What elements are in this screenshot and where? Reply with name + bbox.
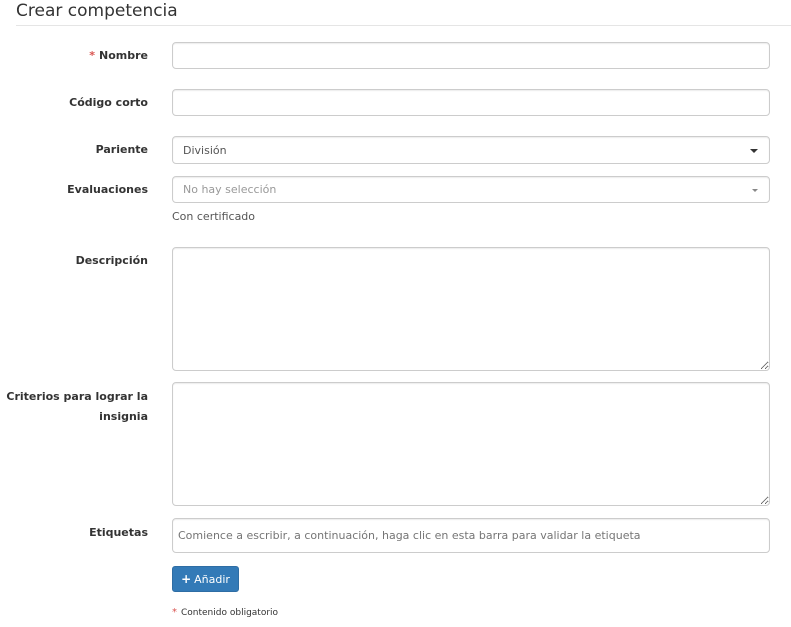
description-label: Descripción [75, 254, 148, 267]
criteria-label: Criterios para lograr la insignia [6, 387, 148, 427]
name-label-text: Nombre [99, 49, 148, 62]
criteria-label-line2: insignia [99, 410, 148, 423]
add-button[interactable]: + Añadir [172, 566, 239, 592]
required-mark: * [172, 607, 177, 618]
caret-down-icon [750, 149, 758, 153]
short-code-input[interactable] [172, 89, 770, 116]
parent-label: Pariente [95, 143, 148, 156]
evaluations-label: Evaluaciones [67, 183, 148, 196]
criteria-textarea[interactable] [172, 382, 770, 506]
criteria-label-line1: Criterios para lograr la [6, 390, 148, 403]
evaluations-select[interactable]: No hay selección [172, 176, 770, 203]
title-divider [16, 25, 791, 26]
caret-down-icon [752, 189, 758, 192]
required-footnote-text: Contenido obligatorio [181, 608, 279, 618]
tags-label: Etiquetas [89, 526, 148, 539]
tags-input[interactable] [172, 518, 770, 553]
plus-icon: + [181, 572, 192, 586]
description-textarea[interactable] [172, 247, 770, 371]
name-input[interactable] [172, 42, 770, 69]
parent-select[interactable]: División [172, 136, 770, 164]
evaluations-help-text: Con certificado [172, 210, 256, 223]
parent-select-value: División [183, 143, 227, 157]
name-label: * Nombre [89, 46, 148, 66]
required-footnote: * Contenido obligatorio [172, 607, 278, 618]
short-code-label: Código corto [69, 96, 148, 109]
required-mark: * [89, 49, 96, 62]
page-title: Crear competencia [16, 1, 178, 21]
add-button-label: Añadir [194, 572, 230, 586]
evaluations-select-placeholder: No hay selección [183, 183, 277, 196]
